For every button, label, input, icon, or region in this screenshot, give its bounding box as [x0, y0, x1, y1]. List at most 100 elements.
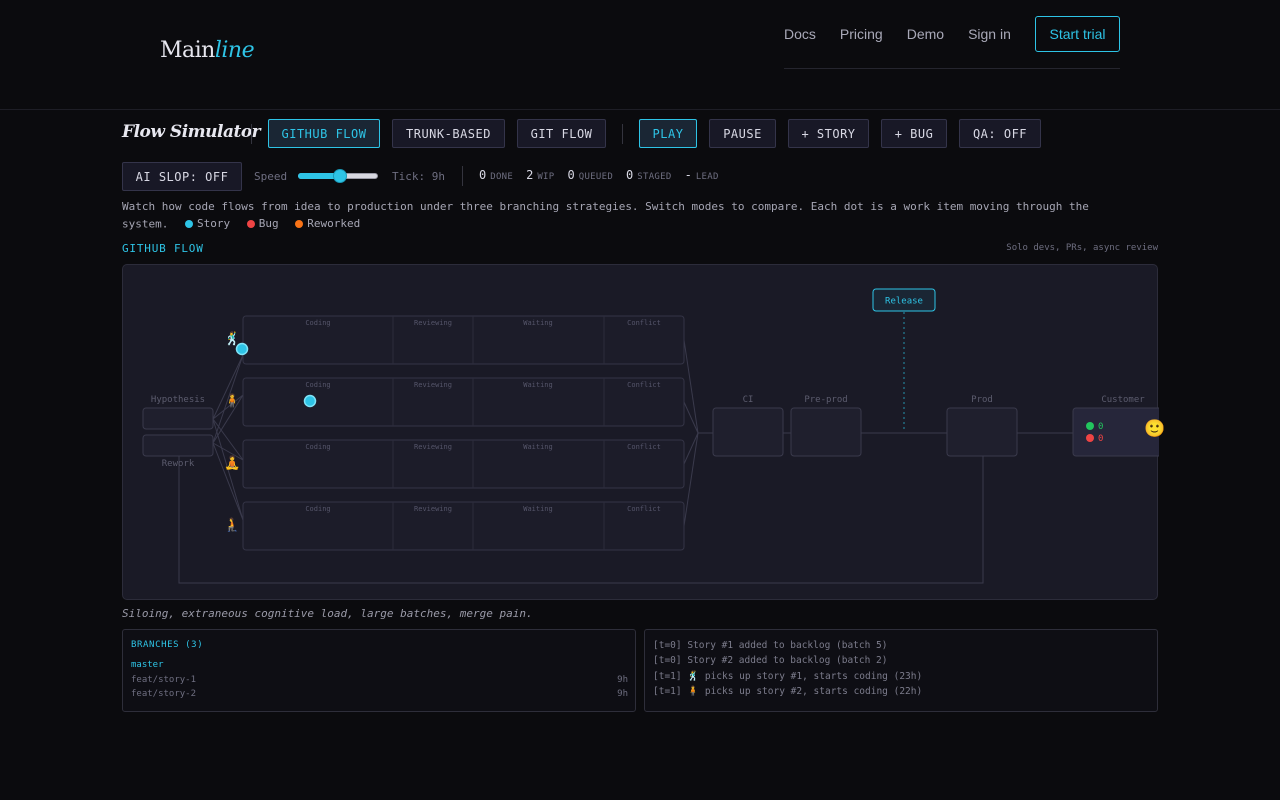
stat-value: 0	[479, 168, 487, 182]
stat-wip: 2 WIP	[526, 168, 554, 182]
legend-label: Reworked	[307, 217, 361, 230]
legend-label: Bug	[258, 217, 279, 230]
nav-link-sign-in[interactable]: Sign in	[968, 26, 1011, 42]
connector-line	[212, 354, 244, 420]
log-entry: [t=0] Story #1 added to backlog (batch 5…	[653, 640, 888, 651]
reworked-dot-icon	[295, 219, 304, 228]
lane-stage-label: Reviewing	[414, 319, 452, 327]
stat-queued: 0 QUEUED	[568, 168, 614, 182]
lane-stage-label: Coding	[305, 505, 330, 513]
hypothesis-label: Hypothesis	[151, 395, 205, 405]
lane-stage-label: Conflict	[627, 319, 661, 327]
branch-name: master	[131, 660, 164, 670]
mode-github-flow-button[interactable]: GITHUB FLOW	[268, 119, 380, 148]
customer-bad-count: 0	[1098, 434, 1103, 444]
lane-stage-label: Conflict	[627, 505, 661, 513]
lane-stage-label: Reviewing	[414, 381, 452, 389]
branch-name: feat/story-1	[131, 675, 197, 685]
pause-button[interactable]: PAUSE	[709, 119, 776, 148]
preprod-box	[790, 407, 862, 457]
top-nav: Mainline Docs Pricing Demo Sign in Start…	[0, 0, 1280, 110]
lane-stage-label: Conflict	[627, 381, 661, 389]
lane-stage-label: Waiting	[523, 443, 553, 451]
connector-line	[683, 432, 699, 527]
developer-4-avatar: 🧎	[224, 518, 241, 533]
nav-link-demo[interactable]: Demo	[907, 26, 944, 42]
stat-label: LEAD	[695, 172, 719, 182]
developer-2-avatar: 🧍	[224, 394, 241, 409]
lane-stage-label: Reviewing	[414, 505, 452, 513]
lane-stage-label: Coding	[305, 443, 330, 451]
prod-label: Prod	[971, 395, 993, 405]
legend-story: Story	[184, 215, 231, 232]
add-story-button[interactable]: + STORY	[788, 119, 869, 148]
stat-label: DONE	[490, 172, 514, 182]
branches-title: BRANCHES (3)	[131, 640, 204, 650]
branch-row[interactable]: feat/story-1 9h	[131, 675, 628, 685]
branch-age: 9h	[617, 675, 628, 685]
flow-diagram: Hypothesis Rework Coding Reviewing Waiting…	[142, 288, 1159, 584]
story-dot[interactable]	[303, 394, 317, 408]
log-entry: [t=0] Story #2 added to backlog (batch 2…	[653, 655, 888, 666]
toolbar-divider	[251, 124, 252, 144]
nav-link-pricing[interactable]: Pricing	[840, 26, 883, 42]
lane-stage-label: Reviewing	[414, 443, 452, 451]
toolbar-divider	[462, 166, 463, 186]
preprod-label: Pre-prod	[804, 395, 847, 405]
hypothesis-box	[142, 407, 214, 430]
stat-label: WIP	[537, 172, 555, 182]
stats-bar: 0 DONE 2 WIP 0 QUEUED 0 STAGED - LEAD	[479, 168, 732, 182]
speed-slider[interactable]	[298, 169, 378, 183]
mode-git-flow-button[interactable]: GIT FLOW	[517, 119, 606, 148]
branch-name: feat/story-2	[131, 689, 197, 699]
connector-line	[683, 339, 699, 434]
nav-divider	[784, 68, 1120, 69]
ci-label: CI	[743, 395, 754, 405]
ci-box	[712, 407, 784, 457]
logo[interactable]: Mainline	[160, 38, 255, 63]
flow-canvas[interactable]: Hypothesis Rework Coding Reviewing Waiting…	[122, 264, 1165, 600]
branches-panel: BRANCHES (3) master feat/story-1 9h feat/…	[122, 629, 636, 712]
tick-readout: Tick: 9h	[392, 170, 445, 183]
add-bug-button[interactable]: + BUG	[881, 119, 947, 148]
stat-label: STAGED	[637, 172, 672, 182]
logo-main: Main	[160, 38, 215, 63]
customer-face-icon: 🙂	[1144, 419, 1166, 439]
lane-stage-label: Waiting	[523, 505, 553, 513]
legend-label: Story	[196, 217, 231, 230]
mode-trunk-based-button[interactable]: TRUNK-BASED	[392, 119, 505, 148]
qa-toggle-button[interactable]: QA: OFF	[959, 119, 1041, 148]
speed-slider-thumb[interactable]	[333, 169, 347, 183]
description: Watch how code flows from idea to produc…	[122, 198, 1132, 233]
log-entry: [t=1] 🧍 picks up story #2, starts coding…	[653, 686, 923, 697]
mode-subtitle: Solo devs, PRs, async review	[1006, 243, 1158, 253]
mode-name: GITHUB FLOW	[122, 242, 204, 255]
customer-ok-count: 0	[1098, 422, 1103, 432]
prod-box	[946, 407, 1018, 457]
customer-ok-dot	[1086, 422, 1094, 430]
branch-row[interactable]: master	[131, 660, 628, 670]
customer-label: Customer	[1101, 395, 1145, 405]
event-log-panel[interactable]: [t=0] Story #1 added to backlog (batch 5…	[644, 629, 1158, 712]
mode-caption: Siloing, extraneous cognitive load, larg…	[122, 607, 533, 620]
speed-label: Speed	[254, 170, 288, 183]
ai-slop-toggle-button[interactable]: AI SLOP: OFF	[122, 162, 242, 191]
legend-bug: Bug	[246, 215, 279, 232]
release-label: Release	[885, 297, 923, 307]
simulator-title: Flow Simulator	[122, 122, 261, 142]
nav-link-docs[interactable]: Docs	[784, 26, 816, 42]
developer-3-avatar: 🧘	[224, 456, 241, 471]
story-dot-icon	[184, 219, 193, 228]
nav-links: Docs Pricing Demo Sign in	[784, 16, 1035, 52]
start-trial-button[interactable]: Start trial	[1035, 16, 1120, 52]
toolbar-divider	[622, 124, 623, 144]
stat-value: -	[684, 168, 692, 182]
branch-row[interactable]: feat/story-2 9h	[131, 689, 628, 699]
branch-age: 9h	[617, 689, 628, 699]
lane-stage-label: Coding	[305, 319, 330, 327]
play-button[interactable]: PLAY	[639, 119, 697, 148]
customer-bad-dot	[1086, 434, 1094, 442]
lane-stage-label: Conflict	[627, 443, 661, 451]
stat-value: 0	[626, 168, 634, 182]
lane-stage-label: Waiting	[523, 381, 553, 389]
